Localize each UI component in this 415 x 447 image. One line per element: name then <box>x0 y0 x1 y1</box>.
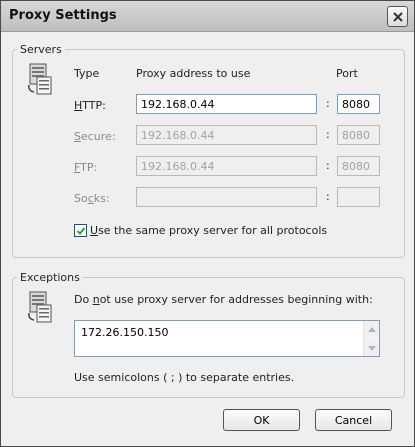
ftp-colon: : <box>326 159 330 172</box>
http-label: HTTP: <box>74 99 106 112</box>
secure-label: Secure: <box>74 130 116 143</box>
cancel-button[interactable]: Cancel <box>315 409 392 431</box>
secure-port-input[interactable] <box>337 125 380 145</box>
server-icon <box>28 63 52 95</box>
scroll-up-button[interactable] <box>364 321 379 336</box>
socks-port-input[interactable] <box>337 187 380 207</box>
exceptions-value: 172.26.150.150 <box>81 326 169 339</box>
ftp-address-input[interactable] <box>136 156 317 176</box>
close-button[interactable] <box>387 6 408 27</box>
scroll-down-button[interactable] <box>364 341 379 356</box>
exceptions-legend: Exceptions <box>20 271 80 284</box>
socks-colon: : <box>326 190 330 203</box>
http-colon: : <box>326 97 330 110</box>
exceptions-hint: Use semicolons ( ; ) to separate entries… <box>74 371 295 384</box>
http-port-input[interactable] <box>337 94 380 114</box>
window-title: Proxy Settings <box>9 8 117 23</box>
ok-button[interactable]: OK <box>223 409 300 431</box>
exceptions-prompt: Do not use proxy server for addresses be… <box>74 293 373 306</box>
proxy-settings-window: Proxy Settings Servers Type Proxy addres… <box>0 0 415 447</box>
column-type-header: Type <box>74 67 100 80</box>
secure-colon: : <box>326 128 330 141</box>
same-proxy-checkbox[interactable] <box>74 224 87 237</box>
socks-address-input[interactable] <box>136 187 317 207</box>
column-address-header: Proxy address to use <box>136 67 251 80</box>
title-bar[interactable]: Proxy Settings <box>1 1 414 32</box>
http-address-input[interactable] <box>136 94 317 114</box>
exceptions-textarea[interactable]: 172.26.150.150 <box>74 320 380 357</box>
servers-legend: Servers <box>20 43 62 56</box>
same-proxy-label[interactable]: Use the same proxy server for all protoc… <box>90 224 327 237</box>
ftp-label: FTP: <box>74 161 98 174</box>
exceptions-scrollbar[interactable] <box>363 321 379 356</box>
close-icon <box>392 11 403 22</box>
secure-address-input[interactable] <box>136 125 317 145</box>
arrow-up-icon <box>367 326 376 332</box>
socks-label: Socks: <box>74 192 110 205</box>
arrow-down-icon <box>367 345 376 351</box>
server-icon <box>28 291 52 323</box>
ftp-port-input[interactable] <box>337 156 380 176</box>
check-icon <box>76 226 85 235</box>
column-port-header: Port <box>336 67 358 80</box>
